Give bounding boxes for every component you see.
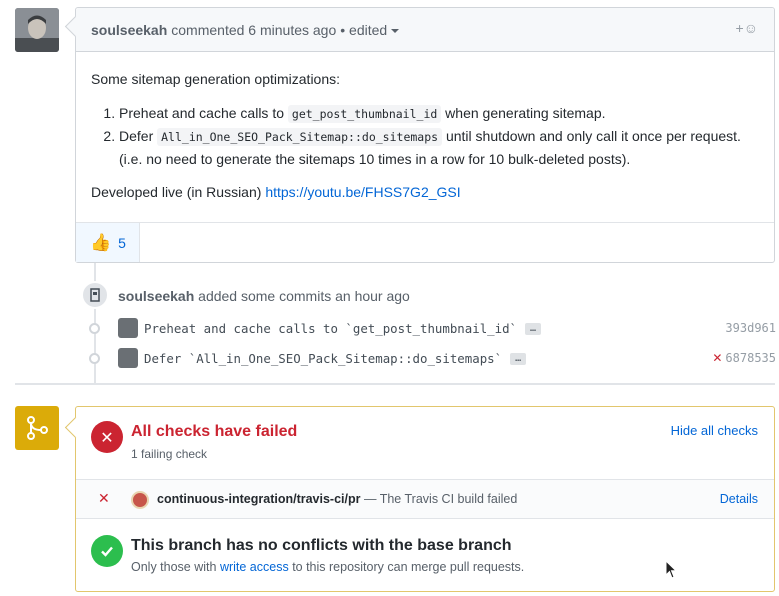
commit-icon [81, 281, 109, 309]
chevron-down-icon [391, 28, 400, 33]
no-conflicts-title: This branch has no conflicts with the ba… [131, 537, 512, 554]
commit-avatar[interactable] [118, 318, 138, 338]
commit-dot-icon [89, 352, 100, 364]
commit-row: Preheat and cache calls to `get_post_thu… [86, 317, 776, 339]
travis-ci-logo [131, 491, 149, 509]
list-item: Defer All_in_One_SEO_Pack_Sitemap::do_si… [119, 125, 759, 170]
check-row: ✕ continuous-integration/travis-ci/pr — … [76, 479, 774, 579]
comment-timestamp[interactable]: commented 6 minutes ago [171, 22, 336, 38]
hide-all-checks-link[interactable]: Hide all checks [671, 423, 758, 438]
author-avatar[interactable] [15, 8, 59, 52]
thumbs-up-icon: 👍 [90, 232, 112, 252]
check-name: continuous-integration/travis-ci/pr [157, 492, 361, 506]
write-access-link[interactable]: write access [220, 560, 289, 574]
expand-commit-button[interactable]: … [510, 353, 527, 365]
comment-outro: Developed live (in Russian) https://yout… [91, 184, 461, 200]
comment-header: soulseekah commented 6 minutes ago • edi… [76, 8, 774, 52]
thumbs-up-reaction[interactable]: 👍 5 [76, 223, 140, 262]
commit-message[interactable]: Defer `All_in_One_SEO_Pack_Sitemap::do_s… [144, 351, 527, 366]
event-author[interactable]: soulseekah [118, 288, 194, 304]
comment-box: soulseekah commented 6 minutes ago • edi… [75, 7, 775, 263]
add-reaction-icon[interactable]: +☺ [736, 20, 758, 36]
check-failed-x-icon: ✕ [98, 491, 110, 507]
commit-avatar[interactable] [118, 348, 138, 368]
mouse-cursor-icon [665, 560, 678, 579]
merge-icon [15, 406, 59, 450]
reaction-count: 5 [118, 234, 126, 251]
merge-status-box: ✕ All checks have failed 1 failing check… [75, 406, 775, 592]
comment-intro: Some sitemap generation optimizations: [91, 71, 341, 87]
commit-dot-icon [89, 322, 100, 334]
list-item: Preheat and cache calls to get_post_thum… [119, 102, 759, 125]
edited-dropdown[interactable]: • edited [340, 22, 400, 38]
comment-list: Preheat and cache calls to get_post_thum… [119, 102, 759, 170]
failure-x-icon: ✕ [91, 421, 123, 453]
comment-author[interactable]: soulseekah [91, 22, 167, 38]
timeline-divider [15, 383, 775, 385]
failed-x-icon[interactable]: ✕ [712, 351, 722, 365]
youtube-link[interactable]: https://youtu.be/FHSS7G2_GSI [265, 184, 460, 200]
commit-message[interactable]: Preheat and cache calls to `get_post_thu… [144, 321, 542, 336]
check-description: continuous-integration/travis-ci/pr — Th… [157, 492, 518, 506]
checks-failed-title: All checks have failed [131, 423, 298, 440]
inline-code: get_post_thumbnail_id [287, 105, 442, 123]
comment-body: Some sitemap generation optimizations: P… [76, 52, 774, 203]
success-check-icon [91, 535, 123, 567]
commit-sha[interactable]: 393d961 [725, 321, 776, 335]
failing-check-count: 1 failing check [131, 447, 208, 461]
commits-added-event: soulseekah added some commits an hour ag… [118, 288, 410, 304]
expand-commit-button[interactable]: … [525, 323, 542, 335]
inline-code: All_in_One_SEO_Pack_Sitemap::do_sitemaps [157, 128, 443, 146]
check-details-link[interactable]: Details [720, 492, 758, 506]
commit-sha[interactable]: ✕ 6878535 [712, 351, 776, 365]
event-action[interactable]: added some commits an hour ago [198, 288, 410, 304]
commit-row: Defer `All_in_One_SEO_Pack_Sitemap::do_s… [86, 347, 776, 369]
merge-permission-note: Only those with write access to this rep… [131, 560, 525, 574]
reactions-bar: 👍 5 [76, 222, 774, 262]
